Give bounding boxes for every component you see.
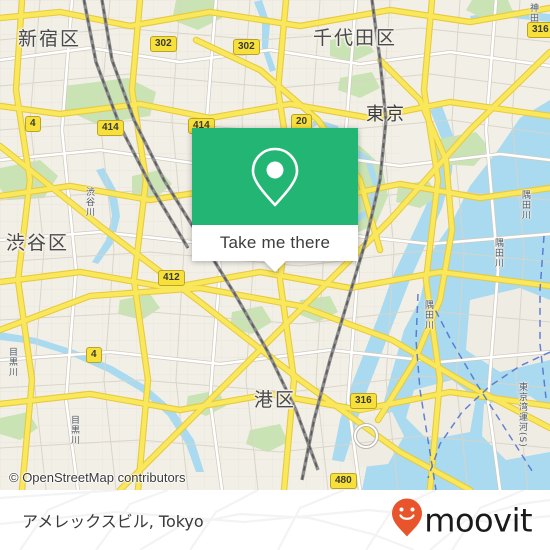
take-me-there-callout[interactable]: Take me there — [192, 128, 358, 272]
road-shield: 4 — [25, 116, 41, 132]
moovit-wordmark: moovit — [424, 501, 532, 539]
road-shield: 412 — [158, 270, 185, 286]
road-shield: 302 — [150, 36, 177, 52]
screenshot-root: 新宿区 千代田区 渋谷区 港区 東京 神田川 渋谷川 目黒川 目黒川 隅田川 隅… — [0, 0, 550, 550]
road-shield: 316 — [527, 22, 550, 38]
moovit-logo[interactable]: moovit — [392, 498, 532, 542]
road-shield: 480 — [330, 473, 357, 489]
osm-attribution[interactable]: © OpenStreetMap contributors — [9, 470, 186, 485]
place-title: アメレックスビル, Tokyo — [22, 512, 204, 531]
callout-tail — [264, 261, 286, 272]
callout-action-area[interactable]: Take me there — [192, 225, 358, 261]
road-shield: 316 — [350, 393, 377, 409]
callout-icon-area — [192, 128, 358, 225]
road-shield: 414 — [97, 120, 124, 136]
footer-bar: アメレックスビル, Tokyo moovit — [0, 490, 550, 550]
map-canvas[interactable]: 新宿区 千代田区 渋谷区 港区 東京 神田川 渋谷川 目黒川 目黒川 隅田川 隅… — [0, 0, 550, 490]
road-shield: 302 — [233, 39, 260, 55]
take-me-there-label: Take me there — [219, 233, 331, 252]
map-pin-icon — [250, 146, 300, 208]
road-shield: 4 — [86, 347, 102, 363]
moovit-smiley-pin-icon — [392, 498, 423, 542]
